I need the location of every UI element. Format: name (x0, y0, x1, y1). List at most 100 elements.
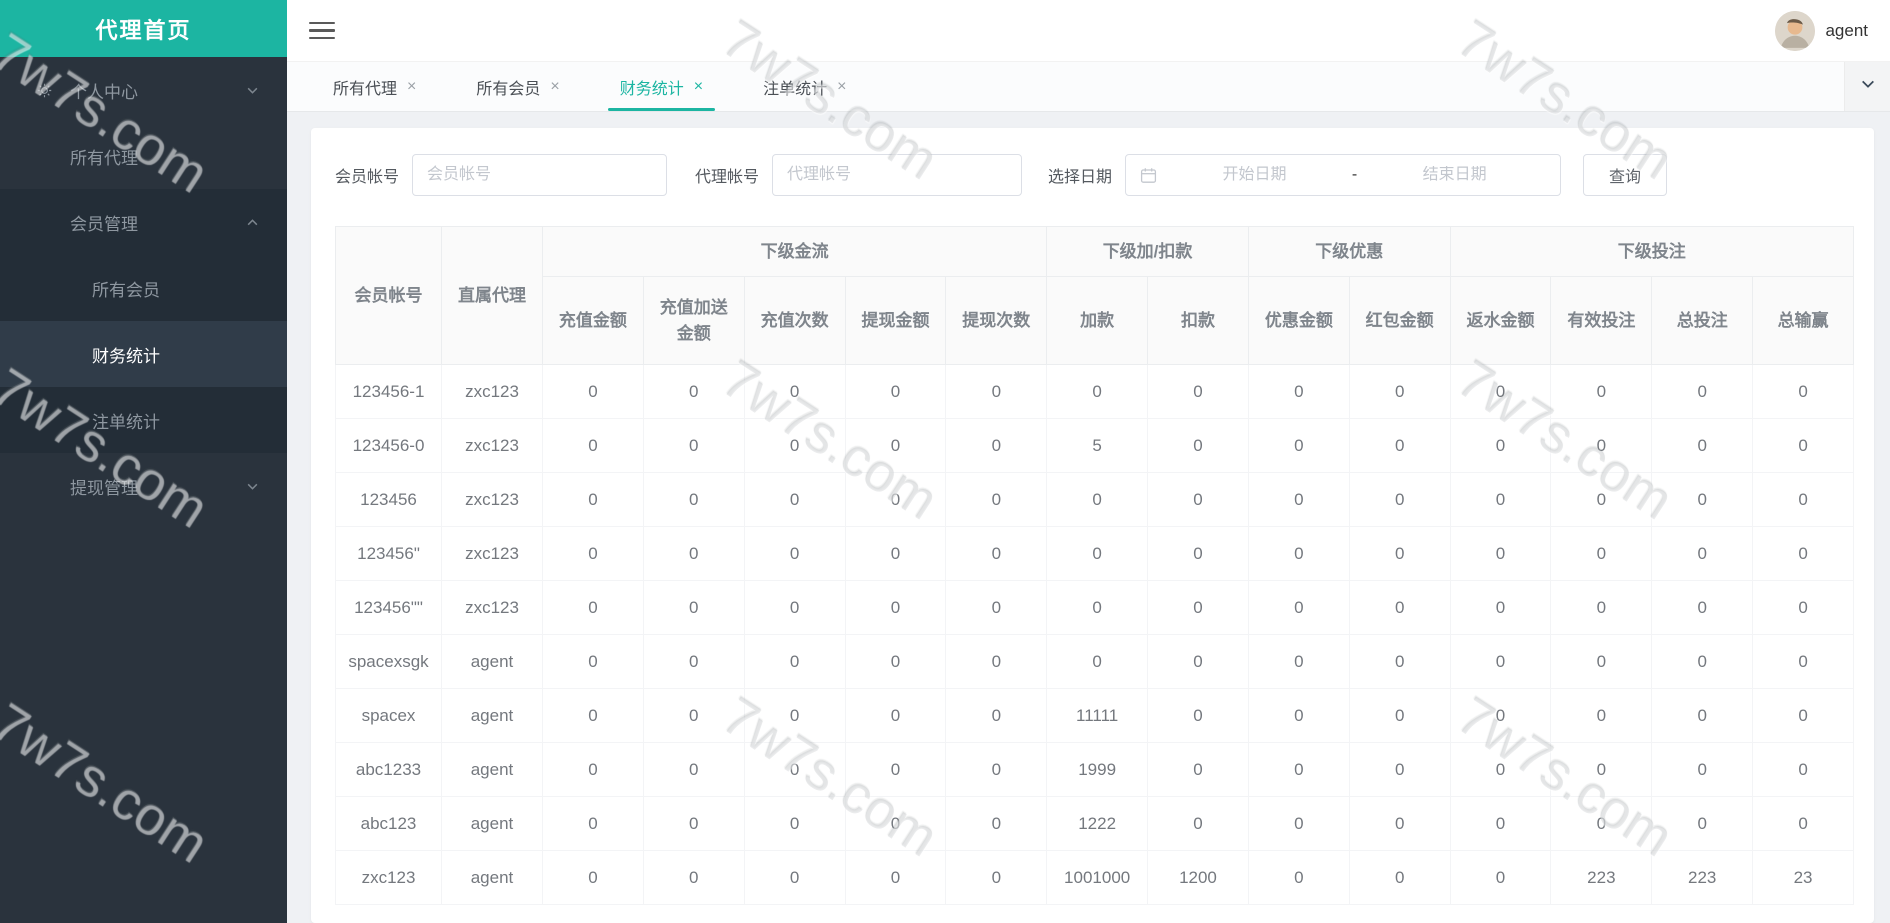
tab-close-icon[interactable]: × (550, 78, 559, 96)
user-menu[interactable]: agent (1775, 10, 1868, 51)
tab-label: 注单统计 (763, 80, 828, 98)
sidebar-item-member-management[interactable]: 会员管理 (0, 189, 287, 255)
value-cell: 0 (1247, 796, 1350, 851)
direct-agent-cell: agent (441, 796, 543, 851)
member-account-cell: 123456" (335, 526, 442, 581)
group-header-add-deduct: 下级加/扣款 (1046, 226, 1249, 277)
member-account-input[interactable] (412, 154, 668, 196)
group-header-betting: 下级投注 (1449, 226, 1855, 277)
value-cell: 0 (1550, 580, 1653, 635)
value-cell: 0 (945, 634, 1048, 689)
value-cell: 0 (1348, 364, 1451, 419)
start-date-input[interactable] (1163, 166, 1346, 184)
value-cell: 0 (642, 742, 745, 797)
value-cell: 0 (743, 580, 846, 635)
value-cell: 0 (1247, 580, 1350, 635)
search-button[interactable]: 查询 (1583, 154, 1668, 196)
value-cell: 0 (1348, 472, 1451, 527)
tab-close-icon[interactable]: × (694, 78, 703, 96)
col-header: 加款 (1046, 276, 1149, 365)
date-range-picker[interactable]: - (1125, 154, 1562, 196)
hamburger-menu-icon[interactable] (309, 21, 335, 40)
col-header: 扣款 (1147, 276, 1249, 365)
value-cell: 0 (1449, 472, 1552, 527)
value-cell: 0 (1348, 418, 1451, 473)
value-cell: 0 (1147, 688, 1249, 743)
sidebar-item-bet-stats[interactable]: 注单统计 (0, 387, 287, 453)
sidebar-item-all-members[interactable]: 所有会员 (0, 255, 287, 321)
sidebar-item-finance-stats[interactable]: 财务统计 (0, 321, 287, 387)
tab-finance-stats[interactable]: 财务统计 × (602, 62, 721, 111)
value-cell: 0 (1247, 850, 1350, 905)
value-cell: 0 (542, 580, 644, 635)
member-account-label: 会员帐号 (335, 169, 400, 186)
value-cell: 0 (1449, 688, 1552, 743)
member-account-cell: abc1233 (335, 742, 442, 797)
value-cell: 0 (1147, 526, 1249, 581)
col-header-direct-agent: 直属代理 (441, 226, 543, 365)
table-row: 123456-1 zxc123 0 0 0 0 0 0 0 0 0 0 0 0 0 (335, 364, 1854, 419)
value-cell: 0 (945, 580, 1048, 635)
value-cell: 11111 (1046, 688, 1149, 743)
col-header-member-account: 会员帐号 (335, 226, 442, 365)
table-body: 123456-1 zxc123 0 0 0 0 0 0 0 0 0 0 0 0 0 123456-0 zxc12… (335, 364, 1854, 905)
value-cell: 0 (1046, 580, 1149, 635)
value-cell: 0 (1247, 364, 1350, 419)
tab-all-agents[interactable]: 所有代理 × (315, 62, 434, 111)
value-cell: 0 (1449, 526, 1552, 581)
value-cell: 0 (844, 850, 947, 905)
col-header: 红包金额 (1348, 276, 1451, 365)
value-cell: 0 (844, 742, 947, 797)
value-cell: 0 (1550, 418, 1653, 473)
value-cell: 0 (642, 472, 745, 527)
value-cell: 0 (844, 688, 947, 743)
tab-all-members[interactable]: 所有会员 × (458, 62, 577, 111)
tab-bet-stats[interactable]: 注单统计 × (745, 62, 864, 111)
col-header: 总投注 (1651, 276, 1754, 365)
col-header: 总输赢 (1752, 276, 1854, 365)
tab-close-icon[interactable]: × (837, 78, 846, 96)
value-cell: 0 (743, 796, 846, 851)
value-cell: 0 (1651, 364, 1754, 419)
value-cell: 0 (542, 526, 644, 581)
value-cell: 0 (1651, 580, 1754, 635)
value-cell: 0 (1752, 526, 1854, 581)
agent-account-input[interactable] (772, 154, 1023, 196)
tab-close-icon[interactable]: × (407, 78, 416, 96)
value-cell: 0 (844, 526, 947, 581)
sidebar-item-personal-center[interactable]: 个人中心 (0, 57, 287, 123)
end-date-input[interactable] (1363, 166, 1547, 184)
tab-overflow-button[interactable] (1844, 62, 1890, 111)
filter-bar: 会员帐号 代理帐号 选择日期 - 查询 (335, 154, 1854, 196)
value-cell: 0 (1348, 634, 1451, 689)
col-header: 充值金额 (542, 276, 644, 365)
direct-agent-cell: zxc123 (441, 364, 543, 419)
sidebar-item-label: 个人中心 (70, 82, 138, 102)
value-cell: 0 (1449, 742, 1552, 797)
value-cell: 0 (1449, 850, 1552, 905)
value-cell: 0 (1752, 472, 1854, 527)
value-cell: 0 (1550, 364, 1653, 419)
value-cell: 0 (642, 526, 745, 581)
value-cell: 0 (542, 418, 644, 473)
value-cell: 0 (1449, 364, 1552, 419)
value-cell: 0 (1046, 472, 1149, 527)
sidebar-item-all-agents[interactable]: 所有代理 (0, 123, 287, 189)
value-cell: 0 (844, 580, 947, 635)
value-cell: 0 (1147, 742, 1249, 797)
value-cell: 0 (1247, 418, 1350, 473)
value-cell: 1222 (1046, 796, 1149, 851)
value-cell: 0 (1348, 688, 1451, 743)
value-cell: 0 (642, 580, 745, 635)
topbar: agent (287, 0, 1890, 62)
value-cell: 1999 (1046, 742, 1149, 797)
col-header: 提现金额 (844, 276, 947, 365)
finance-stats-table: 会员帐号 直属代理 下级金流 下级加/扣款 下级优惠 下级投注 充值金额 充值加… (335, 226, 1855, 905)
direct-agent-cell: agent (441, 850, 543, 905)
col-header: 有效投注 (1550, 276, 1653, 365)
chevron-up-icon (246, 216, 259, 229)
sidebar-item-label: 提现管理 (70, 478, 138, 498)
sidebar-item-withdraw-management[interactable]: 提现管理 (0, 453, 287, 519)
value-cell: 0 (1651, 796, 1754, 851)
direct-agent-cell: zxc123 (441, 526, 543, 581)
